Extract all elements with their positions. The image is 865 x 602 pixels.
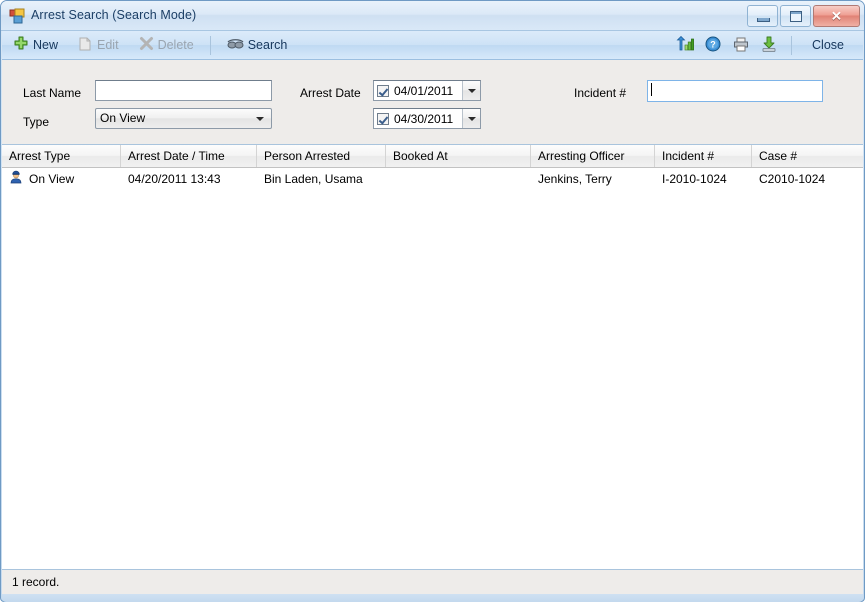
edit-button[interactable]: Edit (69, 33, 127, 58)
titlebar[interactable]: Arrest Search (Search Mode) ✕ (1, 1, 864, 31)
close-window-button[interactable]: ✕ (813, 5, 860, 27)
edit-button-label: Edit (97, 38, 119, 52)
table-row[interactable]: On View 04/20/2011 13:43 Bin Laden, Usam… (2, 168, 863, 189)
chevron-down-icon (256, 117, 264, 121)
close-button[interactable]: Close (797, 33, 859, 58)
form-app-icon (9, 8, 25, 24)
arrest-date-from-dropdown-button[interactable] (462, 81, 480, 100)
new-button[interactable]: New (5, 33, 66, 58)
type-select-value: On View (100, 111, 146, 125)
close-icon: ✕ (831, 8, 842, 24)
search-button[interactable]: Search (219, 33, 296, 58)
window-bottom-strip (2, 594, 863, 602)
column-header-booked-at[interactable]: Booked At (386, 145, 531, 167)
text-caret (651, 83, 652, 96)
incident-number-label: Incident # (574, 86, 627, 100)
column-header-arrest-date-time[interactable]: Arrest Date / Time (121, 145, 257, 167)
printer-icon (732, 36, 750, 55)
last-name-label: Last Name (23, 86, 82, 100)
maximize-button[interactable] (780, 5, 811, 27)
toolbar-separator-2 (791, 35, 793, 55)
police-officer-icon (9, 170, 23, 187)
arrest-date-from-checkbox[interactable] (377, 84, 389, 97)
cell-arrest-type: On View (2, 170, 121, 187)
incident-number-input[interactable] (647, 80, 823, 102)
window-title: Arrest Search (Search Mode) (31, 8, 197, 22)
help-question-icon: ? (705, 36, 721, 55)
svg-text:?: ? (710, 39, 716, 49)
cell-case-number: C2010-1024 (759, 171, 826, 186)
plus-icon (13, 36, 29, 55)
statistics-bars-icon (676, 35, 694, 55)
help-button[interactable]: ? (699, 33, 727, 58)
search-button-label: Search (247, 38, 288, 52)
chevron-down-icon (467, 116, 476, 121)
close-button-label: Close (812, 38, 844, 52)
edit-page-icon (77, 36, 93, 55)
type-select[interactable]: On View (95, 108, 272, 129)
toolbar: New Edit Delete Search ? Close (2, 31, 863, 60)
results-grid: Arrest Type Arrest Date / Time Person Ar… (2, 145, 863, 570)
search-filters-panel: Last Name Type On View Arrest Date 04/01… (2, 60, 863, 145)
toolbar-separator-1 (209, 35, 211, 55)
arrest-date-to-dropdown-button[interactable] (462, 109, 480, 128)
minimize-button[interactable] (747, 5, 778, 27)
grid-header-row: Arrest Type Arrest Date / Time Person Ar… (2, 145, 863, 168)
window-controls: ✕ (747, 5, 860, 27)
delete-button[interactable]: Delete (130, 33, 202, 58)
arrest-date-label: Arrest Date (300, 86, 361, 100)
toolbar-right-group: ? Close (671, 33, 863, 58)
print-button[interactable] (727, 33, 755, 58)
maximize-icon (790, 11, 802, 22)
export-download-icon (761, 36, 777, 55)
delete-x-icon (138, 36, 154, 55)
cell-arrest-type-text: On View (29, 171, 75, 186)
type-label: Type (23, 115, 50, 129)
column-header-arresting-officer[interactable]: Arresting Officer (531, 145, 655, 167)
column-header-person-arrested[interactable]: Person Arrested (257, 145, 386, 167)
cell-person-arrested: Bin Laden, Usama (264, 171, 363, 186)
last-name-input[interactable] (95, 80, 272, 101)
export-button[interactable] (755, 33, 783, 58)
arrest-date-to-value: 04/30/2011 (394, 111, 454, 126)
column-header-incident-number[interactable]: Incident # (655, 145, 752, 167)
cell-incident-number: I-2010-1024 (662, 171, 727, 186)
delete-button-label: Delete (157, 38, 194, 52)
arrest-date-to-picker[interactable]: 04/30/2011 (373, 108, 481, 129)
cell-arresting-officer: Jenkins, Terry (538, 171, 612, 186)
cell-arrest-date-time: 04/20/2011 13:43 (128, 171, 221, 186)
column-header-arrest-type[interactable]: Arrest Type (2, 145, 121, 167)
minimize-icon (757, 18, 770, 22)
arrest-date-to-checkbox[interactable] (377, 112, 389, 125)
column-header-case-number[interactable]: Case # (752, 145, 863, 167)
arrest-date-from-value: 04/01/2011 (394, 83, 454, 98)
chevron-down-icon (467, 88, 476, 93)
binoculars-icon (227, 36, 244, 55)
record-count-label: 1 record. (12, 575, 60, 589)
new-button-label: New (33, 38, 59, 52)
statistics-button[interactable] (671, 33, 699, 58)
arrest-search-window: Arrest Search (Search Mode) ✕ New Edit D… (0, 0, 865, 602)
arrest-date-from-picker[interactable]: 04/01/2011 (373, 80, 481, 101)
statusbar: 1 record. (2, 570, 863, 594)
